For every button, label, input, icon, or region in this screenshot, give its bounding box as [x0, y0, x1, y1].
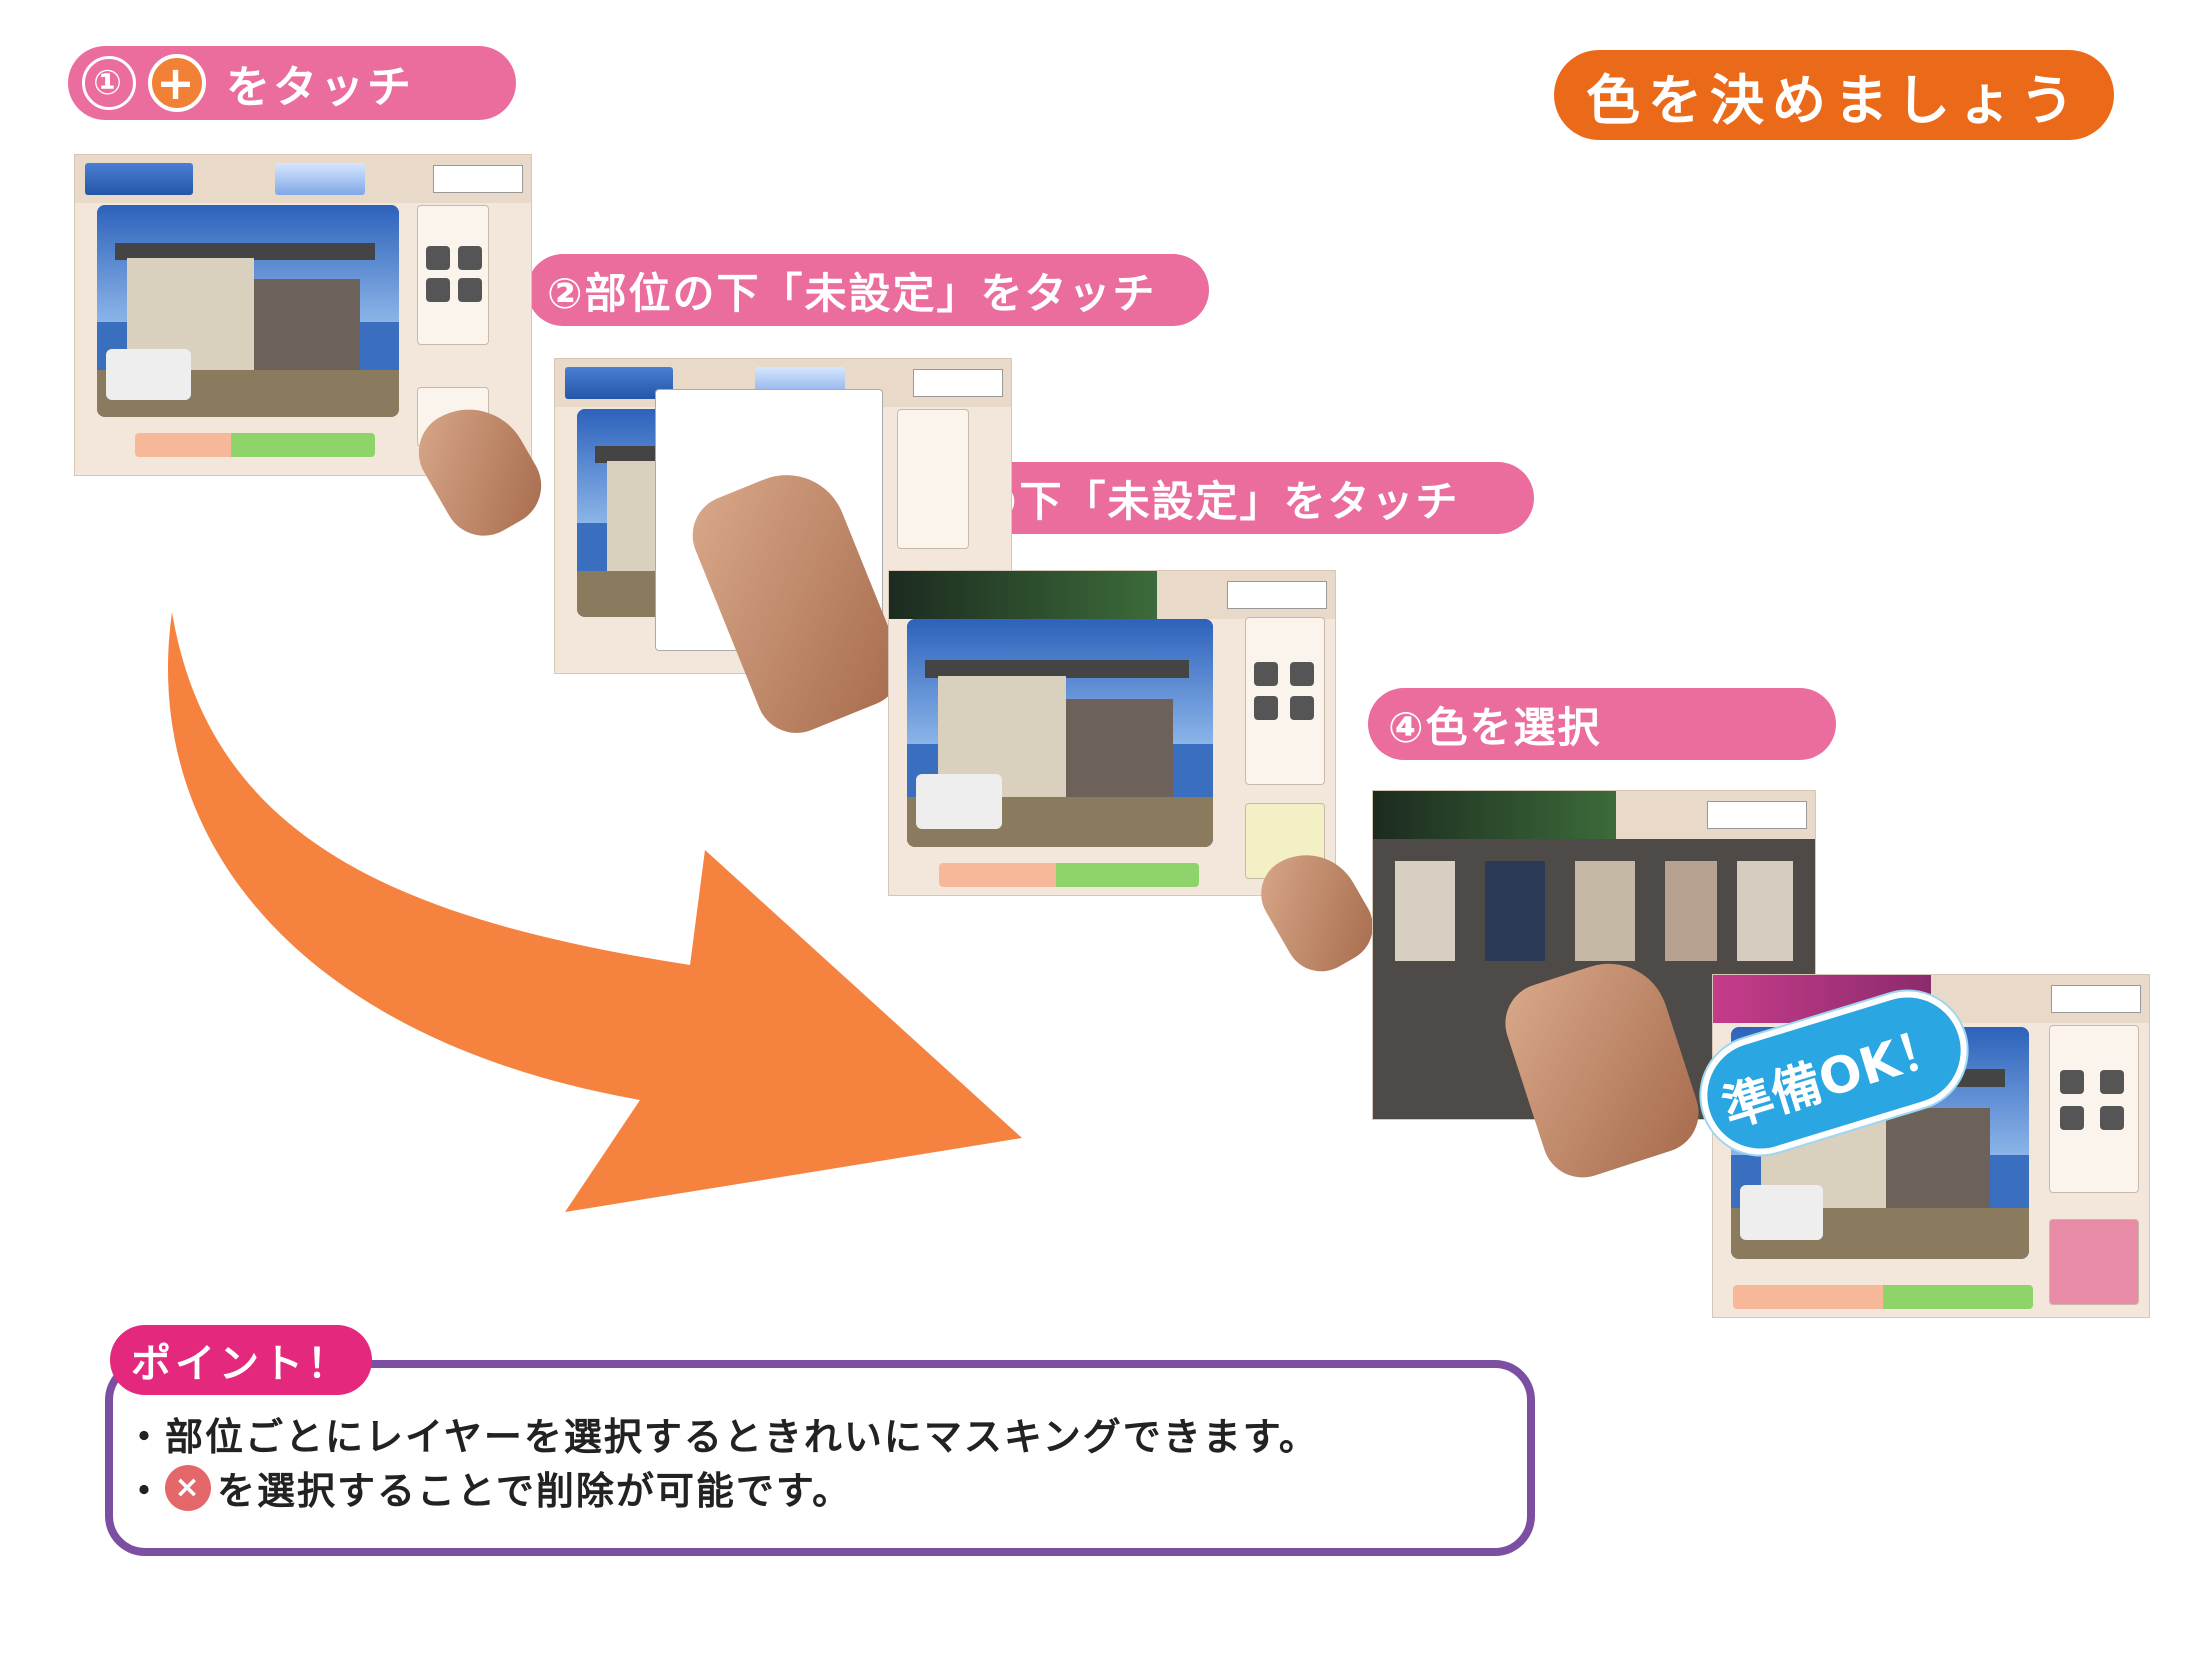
point-label: ポイント！: [110, 1325, 372, 1395]
app-screenshot-3: [888, 570, 1336, 896]
point-line-1: ・部位ごとにレイヤーを選択するときれいにマスキングできます。: [125, 1415, 1319, 1459]
instruction-page: { "title": "色を決めましょう", "steps": { "step1…: [0, 0, 2208, 1656]
point-line-2: ・ × を選択することで削除が可能です。: [125, 1460, 852, 1515]
delete-x-icon: ×: [165, 1464, 212, 1511]
point-line-2-bullet: ・: [125, 1469, 166, 1513]
point-line-2-text: を選択することで削除が可能です。: [217, 1469, 853, 1513]
